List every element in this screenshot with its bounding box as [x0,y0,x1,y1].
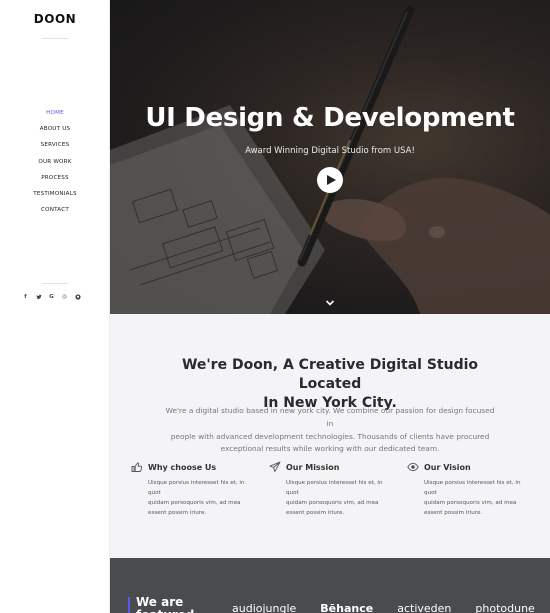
hero-overlay [110,0,550,314]
nav-item-about-us[interactable]: ABOUT US [0,121,110,137]
feature-text-line: Uisque porsius interesset his et, in quo… [286,480,383,496]
partner-logo-photodune[interactable]: photodune [475,602,534,613]
social-divider [42,283,68,284]
feature-our-mission: Our Mission Uisque porsius interesset hi… [269,460,389,518]
chevron-down-icon[interactable] [325,299,335,307]
about-section: We're Doon, A Creative Digital Studio Lo… [110,314,550,558]
main-nav: HOME ABOUT US SERVICES OUR WORK PROCESS … [0,105,110,218]
paper-plane-icon [269,461,281,472]
nav-item-contact[interactable]: CONTACT [0,202,110,218]
about-description: We're a digital studio based in new york… [165,405,495,456]
feature-text-line: essent possim iriure. [424,510,483,516]
nav-item-testimonials[interactable]: TESTIMONIALS [0,186,110,202]
feature-text-line: Uisque porsius interesset his et, in quo… [424,480,521,496]
play-icon [326,175,336,185]
feature-our-vision: Our Vision Uisque porsius interesset his… [407,460,527,518]
hero-title: UI Design & Development [145,103,515,133]
partner-logo-activeden[interactable]: activeden [397,602,451,613]
feature-text-line: essent possim iriure. [286,510,345,516]
social-links: f G ◎ [22,293,81,300]
feature-text-line: essent possim iriure. [148,510,207,516]
feature-title: Our Mission [286,462,340,472]
feature-why-choose-us: Why choose Us Uisque porsius interesset … [131,460,251,518]
feature-text-line: quidam porsoquoris vim, ad mea [424,500,517,506]
feature-title: Why choose Us [148,462,217,472]
feature-text-line: quidam porsoquoris vim, ad mea [148,500,241,506]
hero-subtitle: Award Winning Digital Studio from USA! [245,146,415,156]
nav-item-process[interactable]: PROCESS [0,170,110,186]
google-icon[interactable]: G [48,293,55,300]
thumbs-up-icon [131,462,143,472]
github-icon[interactable] [74,293,81,300]
twitter-icon[interactable] [35,293,42,300]
sidebar: DOON HOME ABOUT US SERVICES OUR WORK PRO… [0,0,110,613]
about-text-line2: people with advanced development technol… [170,431,490,441]
partners-title-line2: featured [136,608,194,613]
accent-bar [128,597,130,613]
partner-logo-behance[interactable]: Bēhance [320,602,373,613]
about-title-line1: We're Doon, A Creative Digital Studio Lo… [181,357,479,392]
logo-divider [42,38,68,39]
dribbble-icon[interactable]: ◎ [61,293,68,300]
site-logo[interactable]: DOON [0,12,110,26]
feature-text-line: Uisque porsius interesset his et, in quo… [148,480,245,496]
partner-logos: audiojungle Bēhance activeden photodune [232,602,535,613]
partners-title: We are featured [136,596,194,613]
feature-text-line: quidam porsoquoris vim, ad mea [286,500,379,506]
feature-text: Uisque porsius interesset his et, in quo… [131,478,251,518]
about-text-line1: We're a digital studio based in new york… [165,406,495,428]
nav-item-services[interactable]: SERVICES [0,137,110,153]
partners-title-line1: We are [136,595,184,609]
nav-item-home[interactable]: HOME [0,105,110,121]
facebook-icon[interactable]: f [22,293,29,300]
featured-partners-section: We are featured audiojungle Bēhance acti… [110,558,550,613]
play-video-button[interactable] [317,167,343,193]
eye-icon [407,462,419,472]
partner-logo-audiojungle[interactable]: audiojungle [232,602,296,613]
nav-item-our-work[interactable]: OUR WORK [0,154,110,170]
about-text-line3: exceptional results while working with o… [220,444,440,454]
feature-title: Our Vision [424,462,471,472]
feature-text: Uisque porsius interesset his et, in quo… [407,478,527,518]
feature-text: Uisque porsius interesset his et, in quo… [269,478,389,518]
hero-section: UI Design & Development Award Winning Di… [110,0,550,314]
